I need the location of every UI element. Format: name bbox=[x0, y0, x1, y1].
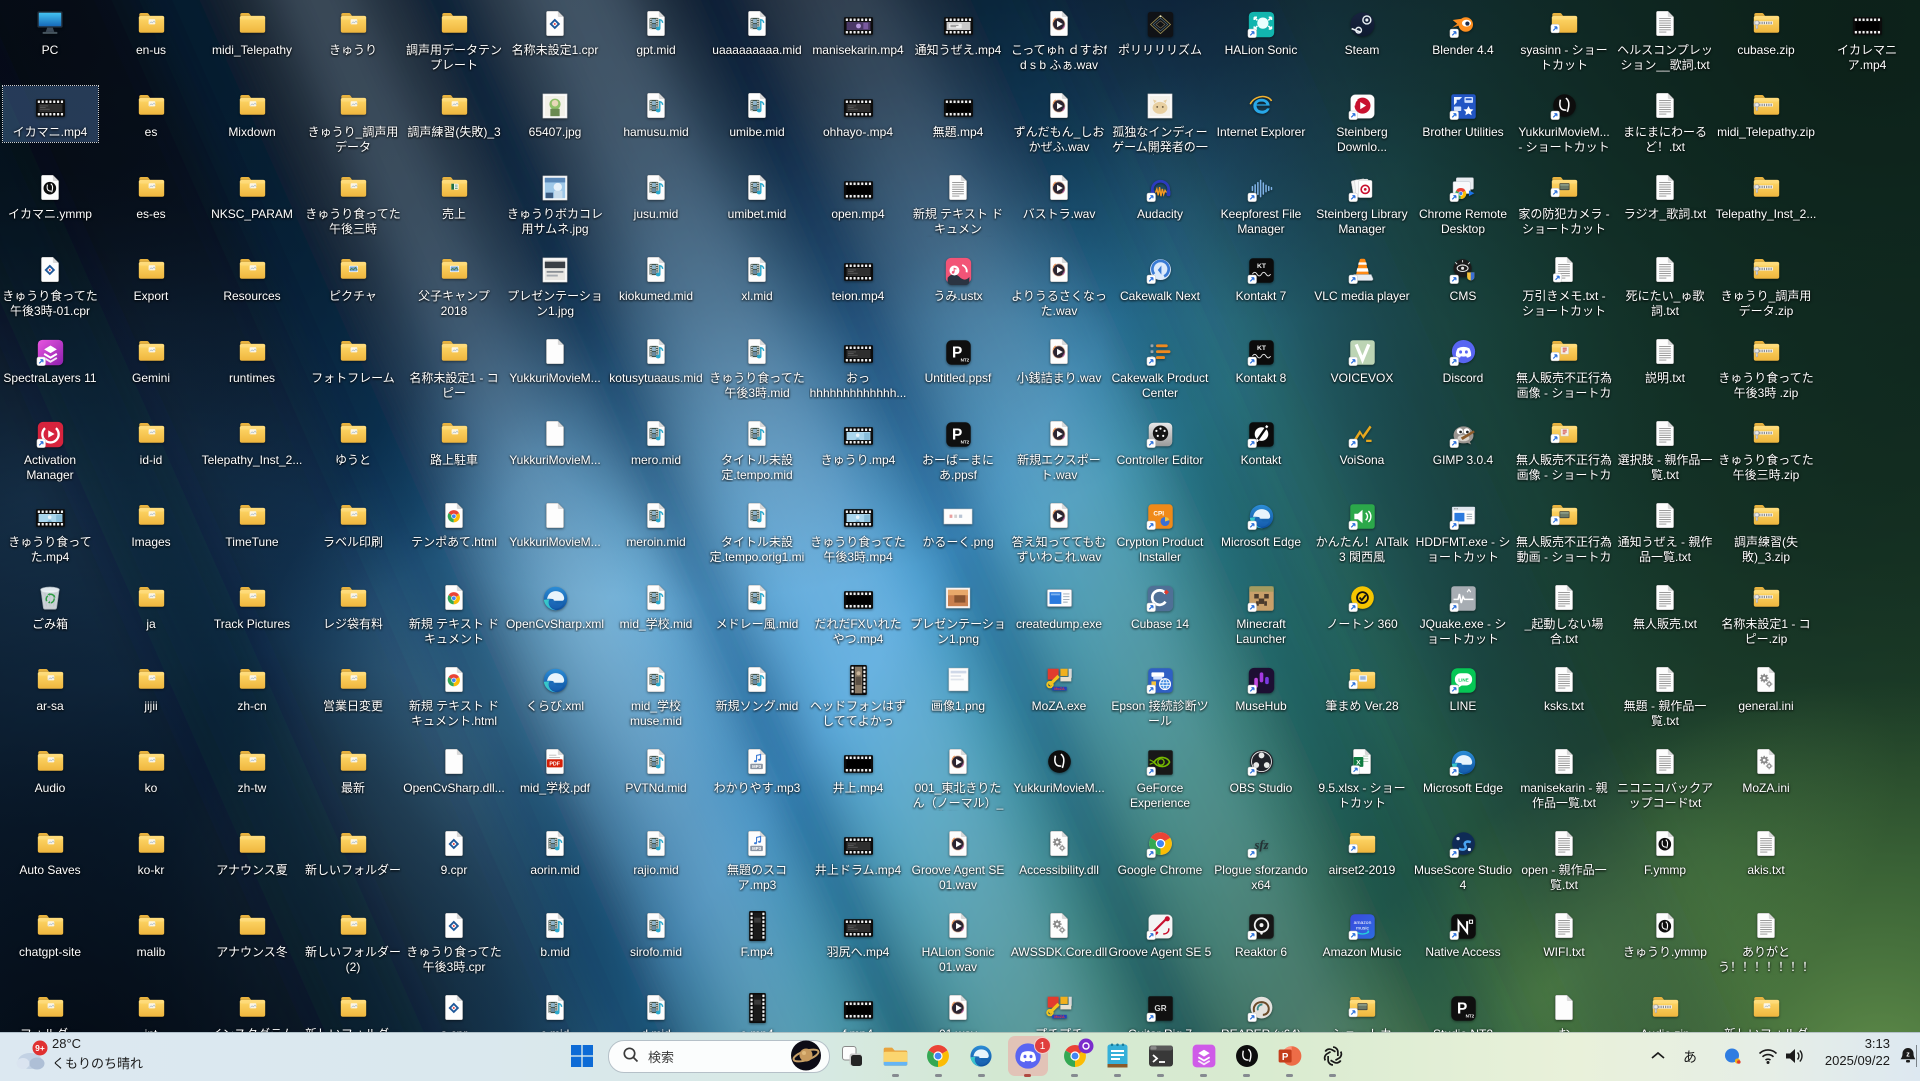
svg-text:z: z bbox=[1906, 1052, 1910, 1059]
svg-text:9+: 9+ bbox=[35, 1043, 45, 1053]
svg-text:P: P bbox=[1282, 1052, 1289, 1063]
svg-text:1: 1 bbox=[1040, 1041, 1046, 1052]
